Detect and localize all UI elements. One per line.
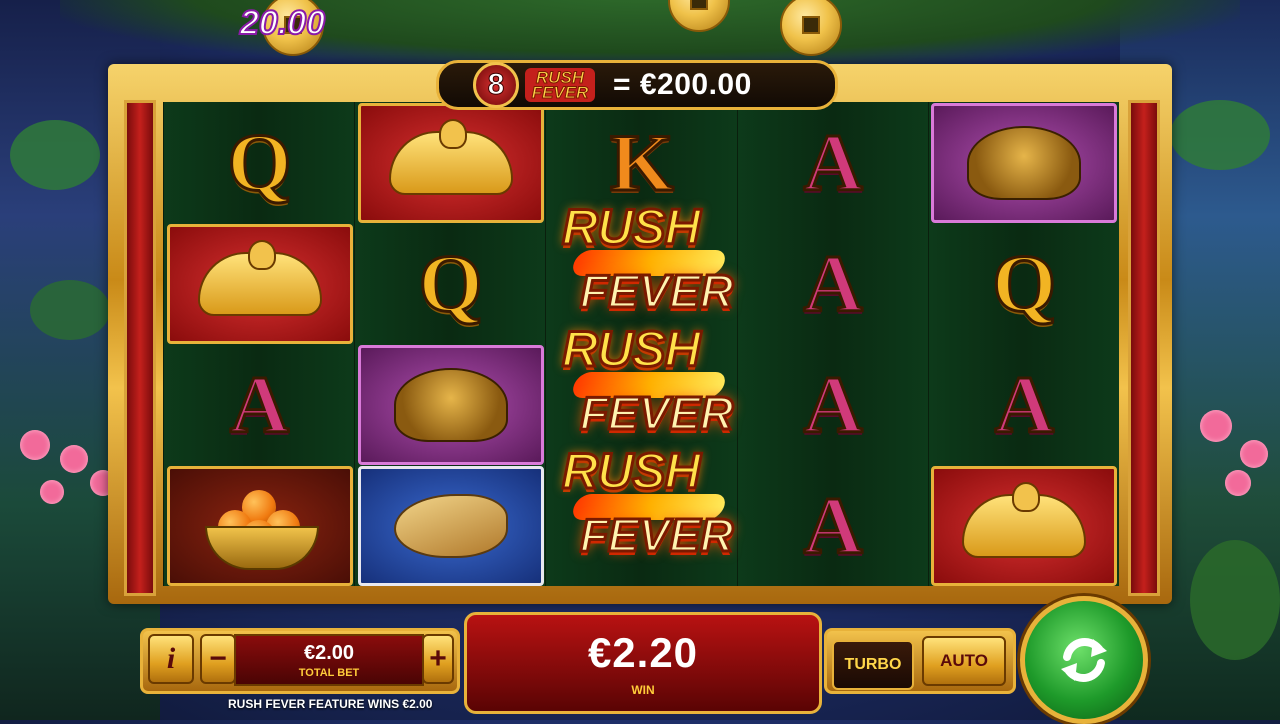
cherry-blossom: [20, 430, 50, 460]
coin-value: 20.00: [239, 3, 326, 43]
rush-word: RUSH: [561, 442, 703, 501]
rush-fever-symbol: RUSH FEVER: [554, 194, 735, 320]
logo-line-2: FEVER: [531, 83, 589, 102]
symbol-cell: [355, 102, 546, 223]
rush-fever-logo: RUSH FEVER: [525, 67, 595, 103]
rush-word: RUSH: [561, 198, 703, 257]
spin-button[interactable]: [1020, 596, 1148, 724]
decrease-bet-button[interactable]: −: [200, 634, 236, 684]
plus-icon: +: [429, 642, 447, 675]
reel-2: Q: [354, 102, 546, 586]
toad-icon: [393, 367, 508, 442]
symbol-k: K: [609, 116, 676, 208]
cherry-blossom: [1200, 410, 1232, 442]
symbol-cell: [164, 465, 355, 586]
rush-fever-stack: RUSH FEVER RUSH FEVER RUSH FEVER: [554, 194, 735, 602]
bird-icon: [393, 493, 508, 558]
symbol-q: Q: [991, 237, 1058, 329]
symbol-cell: A: [738, 102, 929, 223]
symbol-golden-birds: [357, 465, 544, 586]
rush-fever-symbol: RUSH FEVER: [554, 316, 735, 442]
cherry-blossom: [1225, 470, 1251, 496]
total-bet-display: €2.00 TOTAL BET: [234, 634, 424, 686]
foliage: [1190, 540, 1280, 660]
right-pillar: [1128, 100, 1160, 596]
symbol-cell: [355, 344, 546, 465]
symbol-cell: [929, 465, 1120, 586]
cherry-blossom: [40, 480, 64, 504]
foliage: [30, 280, 110, 340]
symbol-money-toad: [357, 344, 544, 465]
reel-5: Q A: [927, 102, 1120, 586]
symbol-cell: [164, 223, 355, 344]
increase-bet-button[interactable]: +: [422, 634, 454, 684]
foliage: [10, 120, 100, 190]
symbol-golden-bat: [166, 223, 353, 344]
symbol-cell: Q: [929, 223, 1120, 344]
symbol-q: Q: [226, 116, 293, 208]
toad-icon: [967, 125, 1082, 200]
symbol-cell: A: [164, 344, 355, 465]
info-button[interactable]: i: [148, 634, 194, 684]
win-label: WIN: [631, 683, 655, 697]
symbol-cell: A: [929, 344, 1120, 465]
rush-fever-prize-bar: 8 RUSH FEVER = €200.00: [436, 60, 838, 110]
total-bet-label: TOTAL BET: [298, 666, 360, 679]
rush-fever-symbol: RUSH FEVER: [554, 438, 735, 564]
symbol-golden-bat: [931, 465, 1118, 586]
fever-word: FEVER: [578, 508, 734, 563]
left-pillar: [124, 100, 156, 596]
bat-icon: [962, 481, 1087, 558]
reel-1: Q A: [163, 102, 355, 586]
minus-icon: −: [209, 642, 227, 675]
foliage: [1170, 100, 1270, 170]
win-display: €2.20 WIN: [464, 612, 822, 714]
total-bet-value: €2.00: [303, 641, 355, 664]
orange-bowl-icon: [200, 486, 320, 570]
symbol-golden-bat: [357, 102, 544, 223]
symbol-money-toad: [931, 102, 1118, 223]
auto-label: AUTO: [940, 651, 988, 670]
info-icon: i: [166, 642, 176, 675]
symbol-a: A: [993, 358, 1055, 450]
symbol-a: A: [802, 116, 864, 208]
symbol-a: A: [802, 358, 864, 450]
symbol-a: A: [802, 479, 864, 571]
reel-4: A A A A: [736, 102, 929, 586]
refresh-arrows-icon: [1061, 638, 1107, 682]
symbol-cell: A: [738, 465, 929, 586]
symbol-cell: Q: [164, 102, 355, 223]
symbol-cell: [355, 465, 546, 586]
turbo-button[interactable]: TURBO: [832, 640, 914, 690]
symbol-cell: Q: [355, 223, 546, 344]
feature-win-message: RUSH FEVER FEATURE WINS €2.00: [228, 697, 433, 711]
cherry-blossom: [1240, 440, 1268, 468]
rush-word: RUSH: [561, 320, 703, 379]
symbol-cell: A: [738, 223, 929, 344]
symbol-orange-bowl: [166, 465, 353, 586]
fever-word: FEVER: [578, 386, 734, 441]
prize-value: = €200.00: [613, 68, 752, 101]
autoplay-button[interactable]: AUTO: [922, 636, 1006, 686]
symbol-cell: A: [738, 344, 929, 465]
symbol-q: Q: [417, 237, 484, 329]
fever-word: FEVER: [578, 264, 734, 319]
turbo-label: TURBO: [844, 656, 902, 673]
bat-icon: [388, 118, 513, 195]
symbol-a: A: [802, 237, 864, 329]
bat-icon: [197, 239, 322, 316]
win-value: €2.20: [587, 629, 699, 676]
cherry-blossom: [60, 445, 88, 473]
multiplier-badge: 8: [473, 62, 519, 108]
symbol-cell: [929, 102, 1120, 223]
symbol-a: A: [228, 358, 290, 450]
